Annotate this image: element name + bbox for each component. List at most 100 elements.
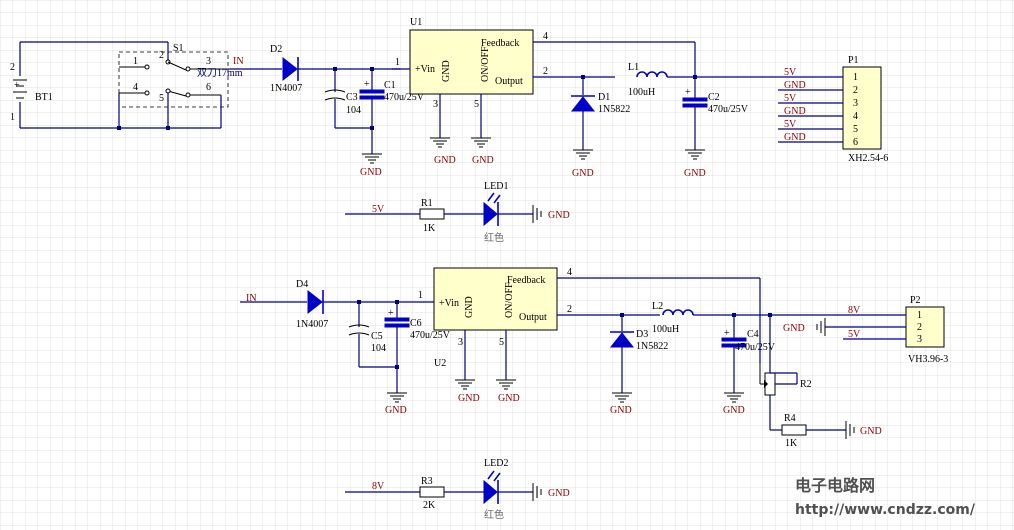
d1-value: 1N5822 [598, 104, 630, 115]
u2-pin3: 3 [458, 337, 463, 348]
r3-label: R3 [421, 476, 433, 487]
l2-label: L2 [652, 301, 663, 312]
c2-value: 470u/25V [708, 104, 749, 115]
s1-pin4: 4 [133, 82, 138, 93]
svg-text:+: + [364, 79, 370, 90]
r1-value: 1K [423, 223, 436, 234]
p2-part: VH3.96-3 [908, 354, 948, 365]
bt1-label: BT1 [35, 92, 53, 103]
l1-value: 100uH [628, 87, 655, 98]
p1-pin-number: 2 [853, 85, 858, 96]
u1-pin5: 5 [474, 99, 479, 110]
u2-pin1: 1 [418, 290, 423, 301]
led2-color: 红色 [484, 508, 504, 521]
watermark-title: 电子电路网 [795, 476, 875, 495]
p2-net-label: 8V [848, 305, 861, 316]
net-in-top: IN [233, 56, 244, 67]
d4-label: D4 [296, 279, 308, 290]
gnd-label: GND [572, 168, 594, 179]
u1-label: U1 [410, 17, 422, 28]
r4-value: 1K [785, 438, 798, 449]
gnd-label: GND [360, 167, 382, 178]
c4-label: C4 [747, 329, 759, 340]
s1-label: S1 [173, 43, 184, 54]
s1-pin6: 6 [206, 82, 211, 93]
u1-pin-gnd: GND [441, 60, 452, 82]
u1-pin-output: Output [495, 76, 523, 87]
p1-pin-number: 3 [853, 98, 858, 109]
c3-value: 104 [346, 105, 361, 116]
p1-pin-number: 6 [853, 137, 858, 148]
u2-pin-gnd: GND [464, 296, 475, 318]
u2-pin-feedback: Feedback [507, 275, 545, 286]
p1-net-label: GND [784, 106, 806, 117]
u1-pin-onoff: ON/OFF [480, 46, 491, 82]
u2-pin5: 5 [499, 337, 504, 348]
u1-pin3: 3 [433, 99, 438, 110]
u2-pin2: 2 [567, 304, 572, 315]
p1-net-label: 5V [784, 119, 797, 130]
bt1-pin2: 2 [10, 62, 15, 73]
r3-value: 2K [423, 500, 436, 511]
p1-net-label: GND [784, 132, 806, 143]
s1-pin2: 2 [159, 50, 164, 61]
r1-label: R1 [421, 198, 433, 209]
gnd-label: GND [723, 405, 745, 416]
gnd-label: GND [548, 488, 570, 499]
u1-pin4: 4 [543, 31, 548, 42]
gnd-label: GND [610, 405, 632, 416]
r4-label: R4 [784, 413, 796, 424]
svg-text:+: + [685, 87, 691, 98]
net-8v-led2: 8V [372, 481, 385, 492]
svg-text:+: + [388, 308, 394, 319]
gnd-label: GND [434, 155, 456, 166]
u2-pin-onoff: ON/OFF [504, 282, 515, 318]
watermark-url: http://www.cndzz.com/ [795, 502, 976, 518]
l2-value: 100uH [652, 324, 679, 335]
p2-net-label: GND [783, 323, 805, 334]
s1-pin1: 1 [133, 56, 138, 67]
u2-pin-vin: +Vin [439, 298, 459, 309]
p1-net-label: 5V [784, 93, 797, 104]
u1-pin-feedback: Feedback [481, 38, 519, 49]
p1-part: XH2.54-6 [848, 153, 888, 164]
c5-label: C5 [371, 331, 383, 342]
d3-label: D3 [636, 329, 648, 340]
p2-pin-number: 1 [917, 310, 922, 321]
d2-label: D2 [270, 44, 282, 55]
svg-text:+: + [724, 328, 730, 339]
p2-pin-number: 3 [917, 334, 922, 345]
p2-net-label: 5V [848, 329, 861, 340]
u2-label: U2 [434, 358, 446, 369]
u1-pin-vin: +Vin [415, 64, 435, 75]
p2-pin-number: 2 [917, 322, 922, 333]
u2-pin-output: Output [519, 312, 547, 323]
d1-label: D1 [598, 92, 610, 103]
r2-label: R2 [800, 379, 812, 390]
l1-label: L1 [628, 62, 639, 73]
gnd-label: GND [860, 426, 882, 437]
gnd-label: GND [472, 155, 494, 166]
c2-label: C2 [708, 92, 720, 103]
p1-net-label: 5V [784, 67, 797, 78]
p1-label: P1 [848, 55, 859, 66]
c3-label: C3 [346, 92, 358, 103]
p1-net-label: GND [784, 80, 806, 91]
schematic-diagram: + BT1 2 1 S1 1 2 3 4 5 6 双刀17mm IN D2 1N… [0, 0, 1014, 530]
s1-pin3: 3 [206, 56, 211, 67]
p1-pin-number: 1 [853, 72, 858, 83]
u2-pin4: 4 [567, 267, 572, 278]
p1-pin-number: 5 [853, 124, 858, 135]
led1-color: 红色 [484, 231, 504, 244]
svg-text:+: + [14, 80, 20, 91]
c5-value: 104 [371, 343, 386, 354]
d2-value: 1N4007 [270, 83, 302, 94]
c6-label: C6 [410, 318, 422, 329]
d4-value: 1N4007 [296, 319, 328, 330]
gnd-label: GND [548, 210, 570, 221]
p1-pin-number: 4 [853, 111, 858, 122]
d3-value: 1N5822 [636, 341, 668, 352]
gnd-label: GND [498, 393, 520, 404]
u1-pin2: 2 [543, 66, 548, 77]
led1-label: LED1 [484, 181, 508, 192]
